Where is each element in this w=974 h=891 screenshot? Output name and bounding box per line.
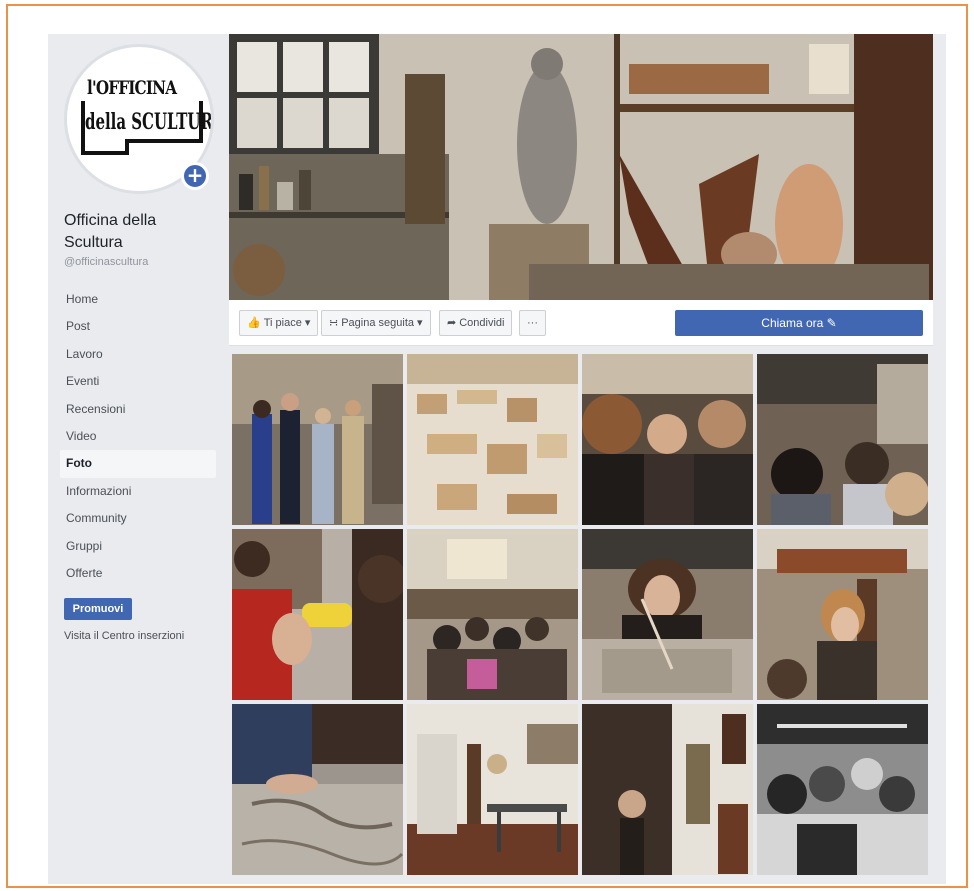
like-button[interactable]: 👍 Ti piace ▾ xyxy=(239,310,319,336)
sidebar-item-informazioni[interactable]: Informazioni xyxy=(60,478,216,505)
sidebar-item-community[interactable]: Community xyxy=(60,505,216,532)
sidebar-item-recensioni[interactable]: Recensioni xyxy=(60,396,216,423)
sidebar-nav: Home Post Lavoro Eventi Recensioni Video… xyxy=(60,286,216,587)
sidebar-item-foto[interactable]: Foto xyxy=(60,450,216,478)
logo-line-2: della SCULTURA xyxy=(85,109,214,135)
pencil-icon[interactable]: ✎ xyxy=(827,316,837,330)
photo-tile[interactable] xyxy=(757,704,928,875)
photo-tile[interactable] xyxy=(582,529,753,700)
logo-frame xyxy=(199,101,203,143)
add-photo-plus-icon[interactable]: + xyxy=(181,162,209,190)
page-handle[interactable]: @officinascultura xyxy=(64,256,148,268)
more-options-button[interactable]: ··· xyxy=(519,310,546,336)
photo-tile[interactable] xyxy=(407,704,578,875)
photo-tile[interactable] xyxy=(407,354,578,525)
page-sidebar: l'OFFICINA della SCULTURA + Officina del… xyxy=(48,34,226,724)
sidebar-item-lavoro[interactable]: Lavoro xyxy=(60,341,216,368)
call-now-label: Chiama ora xyxy=(761,316,824,330)
sidebar-item-offerte[interactable]: Offerte xyxy=(60,560,216,587)
thumbs-up-icon: 👍 xyxy=(247,317,261,329)
sidebar-item-gruppi[interactable]: Gruppi xyxy=(60,533,216,560)
photo-tile[interactable] xyxy=(232,354,403,525)
follow-button[interactable]: ∺ Pagina seguita ▾ xyxy=(321,310,431,336)
page-title[interactable]: Officina della Scultura xyxy=(64,210,214,254)
screenshot-frame: l'OFFICINA della SCULTURA + Officina del… xyxy=(6,4,968,888)
logo-line-1: l'OFFICINA xyxy=(87,77,177,99)
photo-tile[interactable] xyxy=(757,354,928,525)
photo-tile[interactable] xyxy=(232,529,403,700)
photo-tile[interactable] xyxy=(582,354,753,525)
sidebar-item-home[interactable]: Home xyxy=(60,286,216,313)
sidebar-item-video[interactable]: Video xyxy=(60,423,216,450)
logo: l'OFFICINA della SCULTURA xyxy=(81,69,211,169)
page-action-bar: 👍 Ti piace ▾ ∺ Pagina seguita ▾ ➦ Condividi… xyxy=(229,300,933,346)
like-label: Ti piace xyxy=(263,317,302,329)
logo-frame xyxy=(81,151,129,155)
photo-tile[interactable] xyxy=(232,704,403,875)
promote-button[interactable]: Promuovi xyxy=(64,598,132,620)
share-arrow-icon: ➦ xyxy=(447,317,457,329)
sidebar-item-post[interactable]: Post xyxy=(60,313,216,340)
logo-frame xyxy=(125,139,203,143)
cover-photo[interactable] xyxy=(229,34,933,300)
logo-frame xyxy=(81,101,85,155)
share-button[interactable]: ➦ Condividi xyxy=(439,310,513,336)
sidebar-item-eventi[interactable]: Eventi xyxy=(60,368,216,395)
photo-grid xyxy=(232,354,930,878)
facebook-page: l'OFFICINA della SCULTURA + Officina del… xyxy=(48,34,946,884)
photo-tile[interactable] xyxy=(582,704,753,875)
call-now-button[interactable]: Chiama ora ✎ xyxy=(675,310,923,336)
photo-tile[interactable] xyxy=(407,529,578,700)
photo-tile[interactable] xyxy=(757,529,928,700)
rss-icon: ∺ xyxy=(329,317,339,329)
follow-label: Pagina seguita xyxy=(341,317,414,329)
ads-center-link[interactable]: Visita il Centro inserzioni xyxy=(64,630,184,642)
share-label: Condividi xyxy=(459,317,505,329)
